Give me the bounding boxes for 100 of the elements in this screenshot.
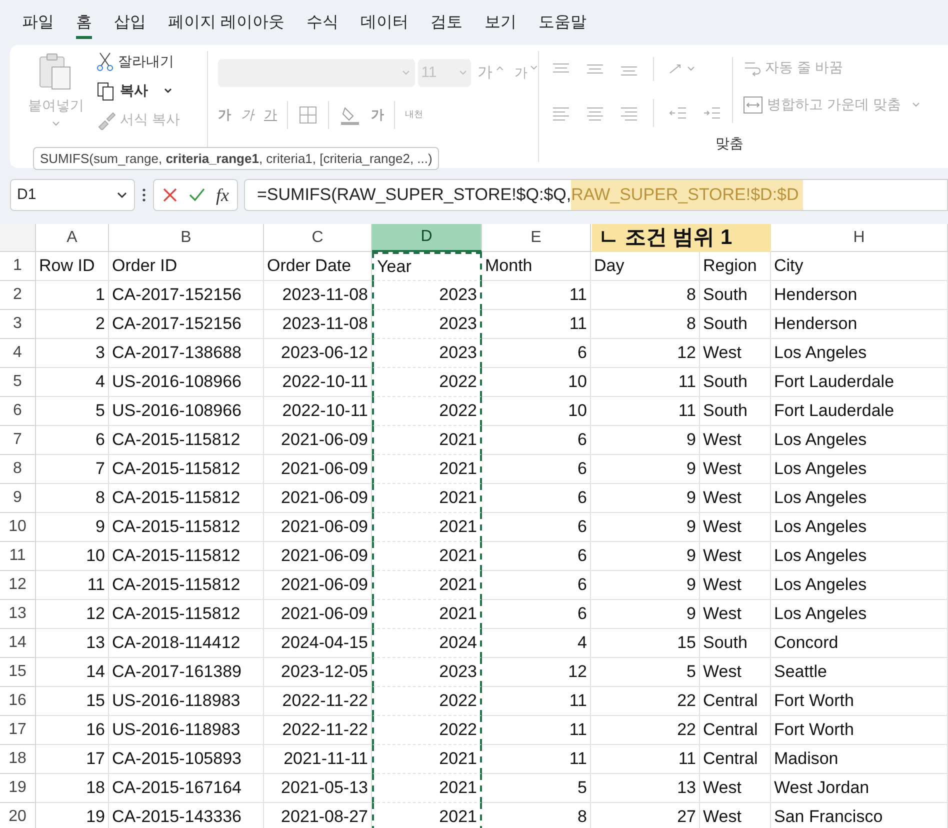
table-cell: CA-2015-105893	[109, 745, 264, 774]
row-header[interactable]: 12	[0, 571, 36, 600]
table-cell: Fort Worth	[771, 687, 948, 716]
menu-tab[interactable]: 데이터	[360, 11, 408, 39]
scissors-icon[interactable]	[96, 52, 114, 72]
table-cell: 3	[36, 339, 109, 368]
table-cell: 2022	[372, 368, 482, 397]
row-header[interactable]: 19	[0, 774, 36, 803]
row-header[interactable]: 8	[0, 455, 36, 484]
table-cell: CA-2015-115812	[109, 571, 264, 600]
row-header[interactable]: 2	[0, 281, 36, 310]
table-cell: 27	[591, 803, 700, 828]
increase-indent-icon[interactable]	[702, 105, 722, 121]
row-header[interactable]: 3	[0, 310, 36, 339]
more-icon[interactable]	[141, 187, 147, 203]
table-cell: 9	[591, 426, 700, 455]
table-cell: South	[700, 281, 771, 310]
table-cell: Henderson	[771, 310, 948, 339]
row-header[interactable]: 16	[0, 687, 36, 716]
name-box[interactable]: D1	[10, 179, 135, 211]
caret-icon	[530, 65, 538, 71]
column-header[interactable]: B	[109, 224, 264, 252]
table-cell: 6	[482, 484, 591, 513]
row-header[interactable]: 6	[0, 397, 36, 426]
row-header[interactable]: 5	[0, 368, 36, 397]
table-cell: 2022	[372, 397, 482, 426]
row-header[interactable]: 15	[0, 658, 36, 687]
table-cell: 13	[591, 774, 700, 803]
column-header[interactable]: A	[36, 224, 109, 252]
caret-up-icon	[496, 65, 504, 71]
menu-tab[interactable]: 보기	[484, 11, 516, 39]
table-cell: 11	[36, 571, 109, 600]
column-header[interactable]: D	[372, 224, 482, 252]
align-left-icon[interactable]	[551, 105, 571, 121]
menu-tab[interactable]: 삽입	[114, 11, 146, 39]
table-cell: 2023	[372, 658, 482, 687]
table-cell: 18	[36, 774, 109, 803]
table-cell: City	[771, 252, 948, 281]
row-header[interactable]: 14	[0, 629, 36, 658]
table-cell: 6	[482, 513, 591, 542]
row-header[interactable]: 17	[0, 716, 36, 745]
merge-icon[interactable]	[743, 96, 763, 114]
table-cell: CA-2018-114412	[109, 629, 264, 658]
table-cell: 22	[591, 716, 700, 745]
align-center-icon[interactable]	[585, 105, 605, 121]
table-cell: 2023	[372, 281, 482, 310]
table-cell: 22	[591, 687, 700, 716]
menu-tab[interactable]: 수식	[306, 11, 338, 39]
row-header[interactable]: 13	[0, 600, 36, 629]
paintbrush-icon[interactable]	[96, 110, 116, 130]
table-cell: 2021-06-09	[264, 426, 372, 455]
row-header[interactable]: 9	[0, 484, 36, 513]
caret-icon	[401, 69, 412, 77]
table-cell: US-2016-108966	[109, 368, 264, 397]
table-cell: South	[700, 368, 771, 397]
table-cell: Los Angeles	[771, 513, 948, 542]
menu-tab[interactable]: 파일	[22, 11, 54, 39]
table-cell: 2023-12-05	[264, 658, 372, 687]
borders-icon[interactable]	[298, 105, 318, 125]
column-header[interactable]: C	[264, 224, 372, 252]
table-cell: 15	[36, 687, 109, 716]
table-cell: 2021	[372, 745, 482, 774]
table-cell: 2023-11-08	[264, 310, 372, 339]
menu-tab[interactable]: 홈	[76, 11, 92, 39]
table-cell: CA-2015-167164	[109, 774, 264, 803]
column-header[interactable]: H	[771, 224, 948, 252]
row-header[interactable]: 11	[0, 542, 36, 571]
table-cell: 2021	[372, 600, 482, 629]
row-header[interactable]: 4	[0, 339, 36, 368]
fill-color-icon[interactable]	[339, 104, 361, 126]
formula-bar[interactable]: =SUMIFS(RAW_SUPER_STORE!$Q:$Q,RAW_SUPER_STORE!$D:$D	[244, 179, 948, 211]
table-cell: West	[700, 513, 771, 542]
menu-tab[interactable]: 페이지 레이아웃	[168, 11, 284, 39]
copy-button[interactable]: 복사	[120, 80, 148, 101]
table-cell: 14	[36, 658, 109, 687]
row-header[interactable]: 7	[0, 426, 36, 455]
table-cell: 2021	[372, 774, 482, 803]
select-all-corner[interactable]	[0, 224, 36, 252]
row-header[interactable]: 18	[0, 745, 36, 774]
close-icon[interactable]	[162, 187, 178, 203]
insert-function-button[interactable]: fx	[216, 182, 229, 208]
menu-tab[interactable]: 도움말	[538, 11, 586, 39]
table-cell: 2023	[372, 339, 482, 368]
table-cell: CA-2015-115812	[109, 426, 264, 455]
row-header[interactable]: 1	[0, 252, 36, 281]
row-header[interactable]: 10	[0, 513, 36, 542]
copy-icon[interactable]	[96, 80, 116, 100]
table-cell: 2022-11-22	[264, 716, 372, 745]
align-right-icon[interactable]	[619, 105, 639, 121]
check-icon[interactable]	[188, 187, 206, 203]
menu-tab[interactable]: 검토	[430, 11, 462, 39]
decrease-indent-icon[interactable]	[668, 105, 688, 121]
cut-button[interactable]: 잘라내기	[118, 51, 174, 72]
table-cell: 2021	[372, 803, 482, 828]
column-header[interactable]: E	[482, 224, 591, 252]
font-name-field[interactable]	[218, 59, 416, 87]
table-cell: Los Angeles	[771, 426, 948, 455]
table-cell: West	[700, 571, 771, 600]
table-cell: West	[700, 658, 771, 687]
caret-icon[interactable]	[162, 86, 174, 94]
